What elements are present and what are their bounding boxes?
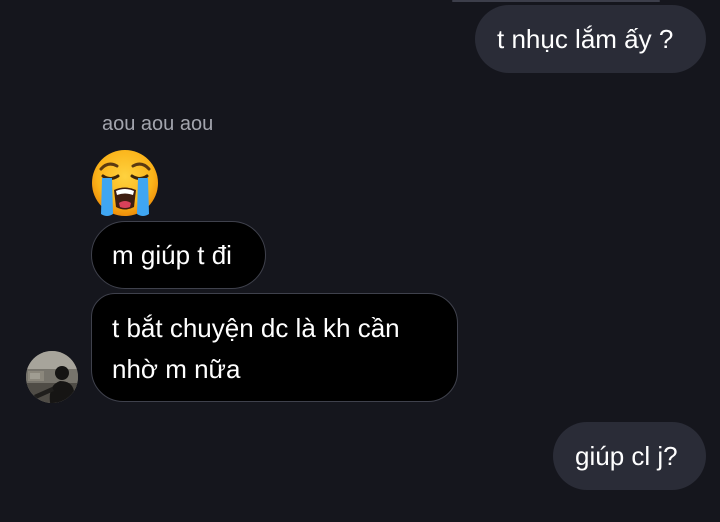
avatar-photo-icon xyxy=(26,351,78,403)
sender-avatar[interactable] xyxy=(26,351,78,403)
incoming-message-bubble[interactable]: m giúp t đi xyxy=(91,221,266,289)
sender-name: aou aou aou xyxy=(102,113,214,135)
incoming-message-bubble[interactable]: t bắt chuyện dc là kh cần nhờ m nữa xyxy=(91,293,458,402)
loudly-crying-face-icon[interactable] xyxy=(89,147,161,219)
outgoing-message-bubble[interactable]: t nhục lắm ấy ? xyxy=(475,5,706,73)
previous-message-edge xyxy=(452,0,660,2)
loudly-crying-face-icon-graphic xyxy=(92,150,158,216)
outgoing-message-bubble[interactable]: giúp cl j? xyxy=(553,422,706,490)
